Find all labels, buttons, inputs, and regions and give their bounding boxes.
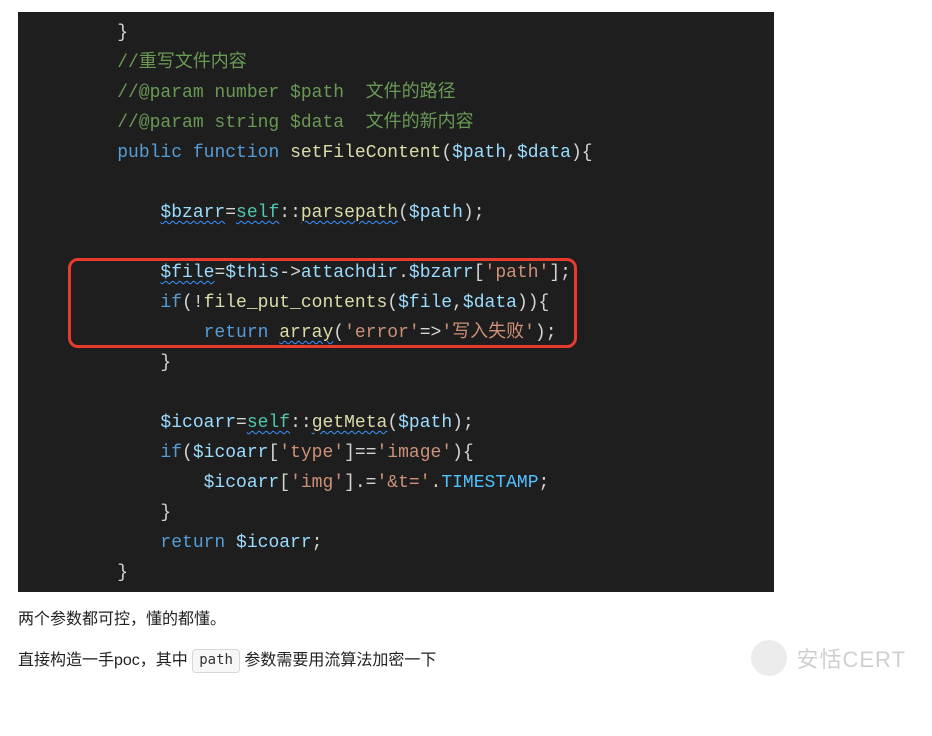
var-icoarr: $icoarr — [204, 473, 280, 493]
p2-text-a: 直接构造一手poc，其中 — [18, 652, 192, 669]
var-data: $data — [517, 143, 571, 163]
code-comment: //重写文件内容 — [74, 53, 247, 73]
fn-parsepath: parsepath — [301, 203, 398, 223]
var-this: $this — [225, 263, 279, 283]
str-path: 'path' — [485, 263, 550, 283]
var-file: $file — [160, 263, 214, 283]
highlight-box: $file=$this->attachdir.$bzarr['path']; i… — [74, 258, 571, 348]
str-img: 'img' — [290, 473, 344, 493]
code-comment: //@param number $path 文件的路径 — [74, 83, 456, 103]
str-fail: '写入失败' — [441, 323, 535, 343]
str-image: 'image' — [377, 443, 453, 463]
str-error: 'error' — [344, 323, 420, 343]
code-editor-panel: } //重写文件内容 //@param number $path 文件的路径 /… — [18, 12, 774, 592]
fn-getmeta: getMeta — [312, 413, 388, 433]
kw-return: return — [204, 323, 269, 343]
paragraph-2: 直接构造一手poc，其中 path 参数需要用流算法加密一下 — [18, 647, 914, 674]
var-icoarr: $icoarr — [236, 533, 312, 553]
prop-attachdir: attachdir — [301, 263, 398, 283]
var-path: $path — [409, 203, 463, 223]
fn-name: setFileContent — [290, 143, 441, 163]
article-body: 两个参数都可控，懂的都懂。 直接构造一手poc，其中 path 参数需要用流算法… — [18, 606, 914, 674]
fn-fpc: file_put_contents — [204, 293, 388, 313]
var-path: $path — [398, 413, 452, 433]
str-andt: '&t=' — [376, 473, 430, 493]
var-icoarr: $icoarr — [193, 443, 269, 463]
code-line: } — [74, 23, 128, 43]
code-comment: //@param string $data 文件的新内容 — [74, 113, 474, 133]
var-icoarr: $icoarr — [160, 413, 236, 433]
p2-text-b: 参数需要用流算法加密一下 — [240, 652, 436, 669]
kw-if: if — [160, 443, 182, 463]
const-timestamp: TIMESTAMP — [441, 473, 538, 493]
kw-return: return — [160, 533, 225, 553]
var-path: $path — [452, 143, 506, 163]
var-data: $data — [463, 293, 517, 313]
kw-if: if — [160, 293, 182, 313]
paragraph-1: 两个参数都可控，懂的都懂。 — [18, 606, 914, 633]
fn-array: array — [279, 323, 333, 343]
kw-function: function — [193, 143, 279, 163]
kw-self: self — [247, 413, 290, 433]
var-file: $file — [398, 293, 452, 313]
str-type: 'type' — [279, 443, 344, 463]
kw-public: public — [117, 143, 182, 163]
inline-code-path: path — [192, 649, 240, 673]
var-bzarr: $bzarr — [409, 263, 474, 283]
kw-self: self — [236, 203, 279, 223]
code-block: } //重写文件内容 //@param number $path 文件的路径 /… — [18, 16, 774, 590]
var-bzarr: $bzarr — [160, 203, 225, 223]
